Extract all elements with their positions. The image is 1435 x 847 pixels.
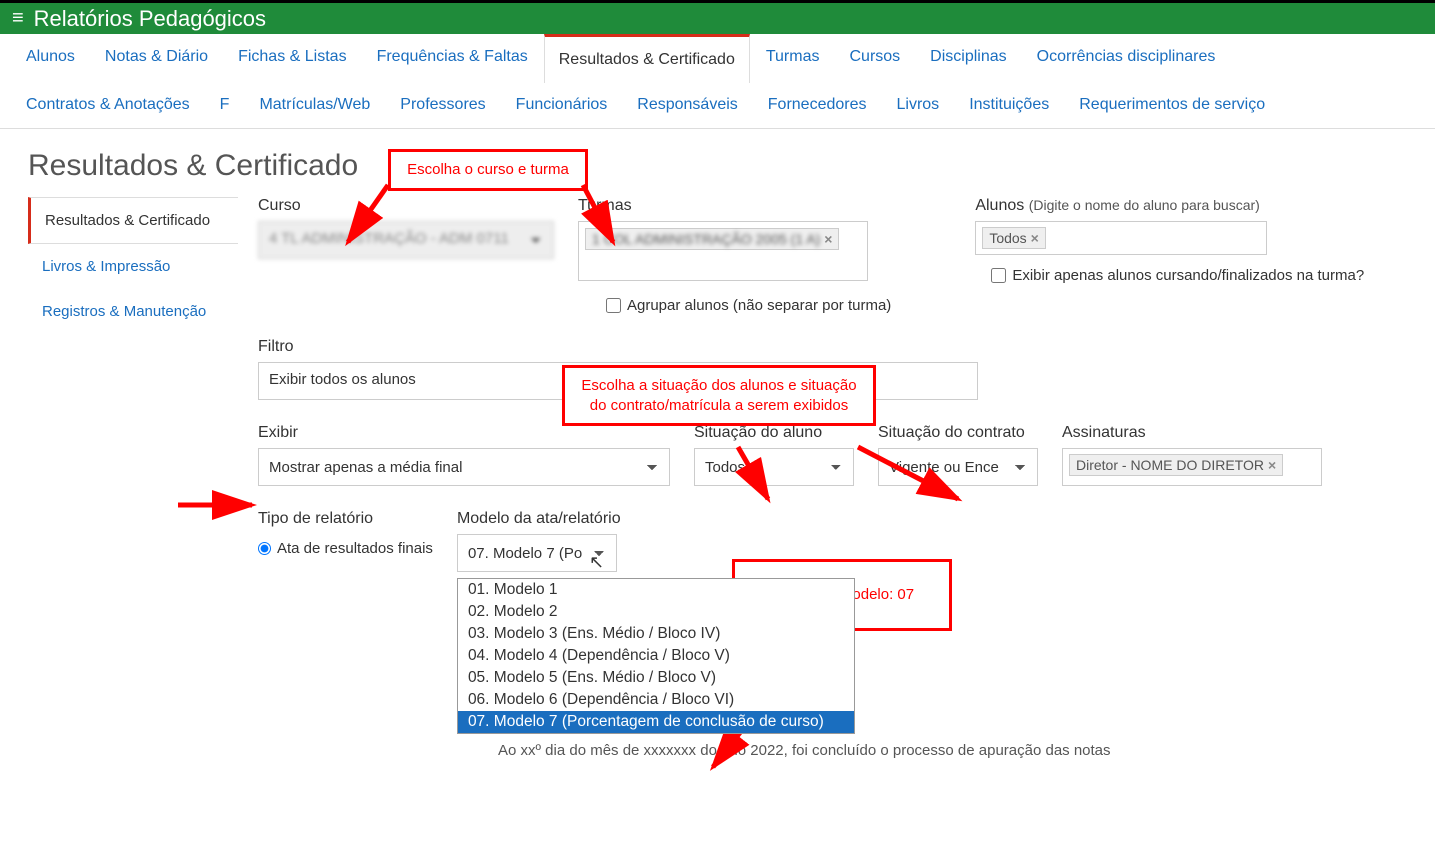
label-agrupar: Agrupar alunos (não separar por turma) — [627, 297, 891, 314]
label-situacao-contrato: Situação do contrato — [878, 424, 1038, 442]
tab-fornecedores[interactable]: Fornecedores — [754, 82, 881, 128]
label-turmas: Turmas — [578, 197, 891, 215]
tab-alunos[interactable]: Alunos — [12, 34, 89, 82]
select-situacao-contrato[interactable]: Vigente ou Ence — [878, 448, 1038, 486]
sidebar: Resultados & Certificado Livros & Impres… — [28, 197, 238, 759]
label-alunos: Alunos (Digite o nome do aluno para busc… — [975, 197, 1364, 215]
radio-ata-resultados[interactable] — [258, 542, 271, 555]
tab-ocorrencias[interactable]: Ocorrências disciplinares — [1023, 34, 1230, 82]
radio-label-ata: Ata de resultados finais — [277, 540, 433, 557]
alunos-tag[interactable]: Todos × — [982, 227, 1046, 249]
assinaturas-tag-label: Diretor - NOME DO DIRETOR — [1076, 457, 1264, 473]
select-situacao-aluno[interactable]: Todos — [694, 448, 854, 486]
tab-frequencias-faltas[interactable]: Frequências & Faltas — [363, 34, 542, 82]
topbar: ≡ Relatórios Pedagógicos — [0, 0, 1435, 34]
tab-more[interactable]: F — [206, 82, 244, 128]
dropdown-option[interactable]: 05. Modelo 5 (Ens. Médio / Bloco V) — [458, 667, 854, 689]
alunos-tag-label: Todos — [989, 230, 1026, 246]
input-assinaturas[interactable]: Diretor - NOME DO DIRETOR × — [1062, 448, 1322, 486]
dropdown-option[interactable]: 06. Modelo 6 (Dependência / Bloco VI) — [458, 689, 854, 711]
page-heading: Resultados & Certificado — [28, 149, 1407, 183]
turmas-tag-label: 1 COL ADMINISTRAÇÃO 2005 (1 A) — [592, 231, 820, 247]
label-curso: Curso — [258, 197, 554, 215]
sidebar-item-registros[interactable]: Registros & Manutenção — [28, 289, 238, 334]
dropdown-option[interactable]: 03. Modelo 3 (Ens. Médio / Bloco IV) — [458, 623, 854, 645]
tab-requerimentos[interactable]: Requerimentos de serviço — [1065, 82, 1279, 128]
input-alunos[interactable]: Todos × — [975, 221, 1267, 255]
tab-livros[interactable]: Livros — [883, 82, 954, 128]
tab-fichas-listas[interactable]: Fichas & Listas — [224, 34, 360, 82]
sidebar-item-livros[interactable]: Livros & Impressão — [28, 244, 238, 289]
label-exibir-apenas: Exibir apenas alunos cursando/finalizado… — [1012, 267, 1364, 284]
main-form: Curso 4 TL ADMINISTRAÇÃO - ADM 0711 Turm… — [258, 197, 1407, 759]
page-title: Relatórios Pedagógicos — [34, 6, 266, 32]
tab-responsaveis[interactable]: Responsáveis — [623, 82, 752, 128]
sidebar-item-resultados[interactable]: Resultados & Certificado — [28, 197, 238, 244]
tab-resultados-certificado[interactable]: Resultados & Certificado — [544, 34, 750, 83]
checkbox-exibir-apenas[interactable] — [991, 268, 1006, 283]
assinaturas-tag[interactable]: Diretor - NOME DO DIRETOR × — [1069, 454, 1283, 476]
close-icon[interactable]: × — [1031, 230, 1039, 246]
label-situacao-aluno: Situação do aluno — [694, 424, 854, 442]
select-curso[interactable]: 4 TL ADMINISTRAÇÃO - ADM 0711 — [258, 221, 554, 259]
label-tipo-relatorio: Tipo de relatório — [258, 510, 433, 528]
tab-notas-diario[interactable]: Notas & Diário — [91, 34, 222, 82]
checkbox-agrupar[interactable] — [606, 298, 621, 313]
dropdown-option[interactable]: 04. Modelo 4 (Dependência / Bloco V) — [458, 645, 854, 667]
footer-text: Ao xxº dia do mês de xxxxxxx do ano 2022… — [258, 742, 1407, 759]
tab-contratos-anotacoes[interactable]: Contratos & Anotações — [12, 82, 204, 128]
label-exibir: Exibir — [258, 424, 670, 442]
input-turmas[interactable]: 1 COL ADMINISTRAÇÃO 2005 (1 A) × — [578, 221, 868, 281]
callout-situacao: Escolha a situação dos alunos e situação… — [562, 365, 876, 426]
tab-matriculas-web[interactable]: Matrículas/Web — [245, 82, 384, 128]
close-icon[interactable]: × — [1268, 457, 1276, 473]
label-assinaturas: Assinaturas — [1062, 424, 1322, 442]
select-modelo[interactable]: 07. Modelo 7 (Po — [457, 534, 617, 572]
tab-funcionarios[interactable]: Funcionários — [502, 82, 622, 128]
label-filtro: Filtro — [258, 338, 978, 356]
select-exibir[interactable]: Mostrar apenas a média final — [258, 448, 670, 486]
callout-curso-turma: Escolha o curso e turma — [388, 149, 588, 191]
dropdown-modelo-options: 01. Modelo 1 02. Modelo 2 03. Modelo 3 (… — [457, 578, 855, 734]
nav-tabs: Alunos Notas & Diário Fichas & Listas Fr… — [0, 34, 1435, 129]
label-modelo: Modelo da ata/relatório — [457, 510, 621, 528]
turmas-tag[interactable]: 1 COL ADMINISTRAÇÃO 2005 (1 A) × — [585, 228, 839, 250]
tab-disciplinas[interactable]: Disciplinas — [916, 34, 1020, 82]
tab-instituicoes[interactable]: Instituições — [955, 82, 1063, 128]
tab-cursos[interactable]: Cursos — [835, 34, 914, 82]
hamburger-icon[interactable]: ≡ — [12, 7, 24, 30]
dropdown-option[interactable]: 02. Modelo 2 — [458, 601, 854, 623]
dropdown-option[interactable]: 01. Modelo 1 — [458, 579, 854, 601]
dropdown-option-selected[interactable]: 07. Modelo 7 (Porcentagem de conclusão d… — [458, 711, 854, 733]
tab-turmas[interactable]: Turmas — [752, 34, 834, 82]
close-icon[interactable]: × — [824, 231, 832, 247]
tab-professores[interactable]: Professores — [386, 82, 499, 128]
